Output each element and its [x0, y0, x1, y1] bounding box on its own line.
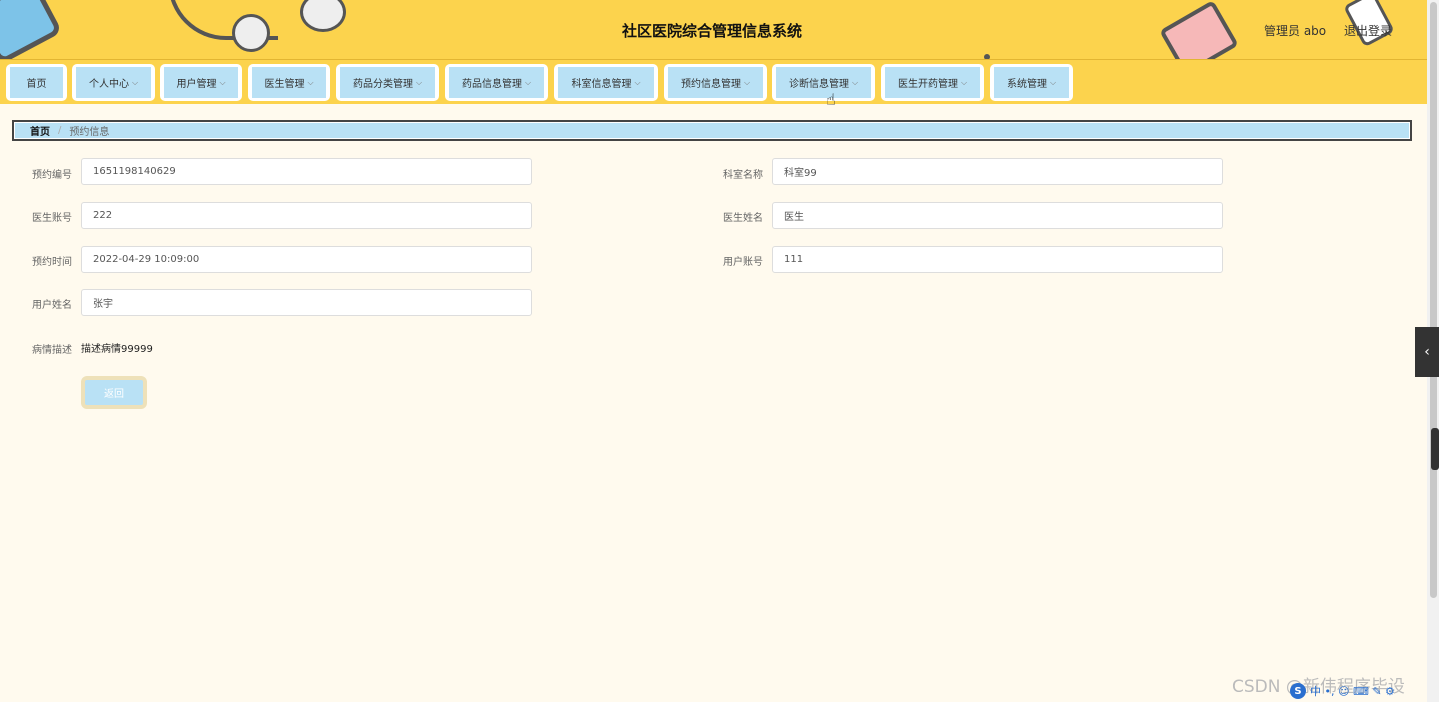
scrollbar-thumb[interactable]: [1430, 2, 1437, 598]
condition-value: 描述病情99999: [81, 344, 153, 355]
user-account-field[interactable]: 111: [772, 246, 1223, 273]
header: 社区医院综合管理信息系统 管理员 abo 退出登录: [0, 0, 1427, 60]
nav-item-department-management[interactable]: 科室信息管理 ⌵: [554, 64, 658, 101]
side-panel-toggle[interactable]: ‹: [1415, 327, 1439, 377]
appointment-no-label: 预约编号: [32, 170, 72, 181]
chevron-left-icon: ‹: [1424, 344, 1430, 360]
app-title: 社区医院综合管理信息系统: [621, 22, 802, 40]
back-button[interactable]: 返回: [81, 376, 147, 409]
logout-link[interactable]: 退出登录: [1344, 22, 1392, 39]
chevron-down-icon: ⌵: [1049, 77, 1057, 87]
top-navbar: 首页 个人中心 ⌵ 用户管理 ⌵ 医生管理 ⌵ 药品分类管理 ⌵ 药品信息管理 ⌵ 科室信…: [0, 60, 1427, 104]
current-user: 管理员 abo: [1264, 24, 1327, 38]
nav-item-system-management[interactable]: 系统管理 ⌵: [990, 64, 1073, 101]
chevron-down-icon: ⌵: [219, 77, 226, 87]
chevron-down-icon: ⌵: [960, 77, 968, 87]
department-name-label: 科室名称: [723, 170, 763, 181]
doctor-account-label: 医生账号: [32, 213, 72, 224]
nav-item-label: 药品信息管理: [461, 79, 522, 90]
nav-item-drug-category-management[interactable]: 药品分类管理 ⌵: [336, 64, 439, 101]
nav-item-label: 药品分类管理: [352, 79, 413, 90]
nav-item-label: 医生管理: [264, 79, 305, 90]
chevron-down-icon: ⌵: [415, 77, 423, 87]
chevron-down-icon: ⌵: [131, 77, 139, 87]
breadcrumb-current: 预约信息: [69, 127, 110, 138]
chevron-down-icon: ⌵: [524, 77, 532, 87]
department-name-field[interactable]: 科室99: [772, 158, 1223, 185]
condition-label: 病情描述: [32, 345, 72, 356]
nav-item-label: 用户管理: [176, 79, 217, 90]
doctor-name-field[interactable]: 医生: [772, 202, 1223, 229]
nav-item-label: 系统管理: [1006, 79, 1047, 90]
chevron-down-icon: ⌵: [743, 77, 751, 87]
appointment-no-field[interactable]: 1651198140629: [81, 158, 532, 185]
breadcrumb-separator: /: [58, 125, 62, 136]
ime-toolbar-icons: 中 •, ☺ ⌨ ✎ ⚙: [1310, 685, 1395, 698]
nav-item-prescription-management[interactable]: 医生开药管理 ⌵: [881, 64, 984, 101]
appointment-time-field[interactable]: 2022-04-29 10:09:00: [81, 246, 532, 273]
nav-item-label: 首页: [26, 79, 47, 90]
chevron-down-icon: ⌵: [307, 77, 314, 87]
user-name-field[interactable]: 张宇: [81, 289, 532, 316]
nav-item-label: 诊断信息管理: [788, 79, 849, 90]
nav-item-appointment-management[interactable]: 预约信息管理 ⌵: [664, 64, 767, 101]
chevron-down-icon: ⌵: [634, 77, 641, 87]
breadcrumb: 首页 / 预约信息: [12, 120, 1412, 141]
nav-item-diagnosis-management[interactable]: 诊断信息管理 ⌵: [772, 64, 875, 101]
appointment-time-label: 预约时间: [32, 257, 72, 268]
hand-pointer-icon: ☝: [826, 90, 836, 109]
doctor-account-field[interactable]: 222: [81, 202, 532, 229]
chevron-down-icon: ⌵: [851, 77, 859, 87]
user-account-label: 用户账号: [723, 257, 763, 268]
nav-item-drug-info-management[interactable]: 药品信息管理 ⌵: [445, 64, 548, 101]
doctor-name-label: 医生姓名: [723, 213, 763, 224]
nav-item-label: 个人中心: [88, 79, 129, 90]
user-name-label: 用户姓名: [32, 300, 72, 311]
nav-item-label: 预约信息管理: [680, 79, 741, 90]
nav-item-user-management[interactable]: 用户管理 ⌵: [160, 64, 242, 101]
nav-item-doctor-management[interactable]: 医生管理 ⌵: [248, 64, 330, 101]
side-grip-handle[interactable]: [1431, 428, 1439, 470]
ime-logo-icon: S: [1290, 683, 1306, 699]
nav-item-home[interactable]: 首页: [6, 64, 67, 101]
breadcrumb-home[interactable]: 首页: [30, 123, 50, 138]
nav-item-label: 医生开药管理: [897, 79, 958, 90]
back-button-label: 返回: [85, 380, 143, 405]
ime-toolbar[interactable]: S 中 •, ☺ ⌨ ✎ ⚙: [1290, 682, 1436, 700]
nav-item-label: 科室信息管理: [571, 79, 632, 90]
nav-item-personal-center[interactable]: 个人中心 ⌵: [72, 64, 155, 101]
